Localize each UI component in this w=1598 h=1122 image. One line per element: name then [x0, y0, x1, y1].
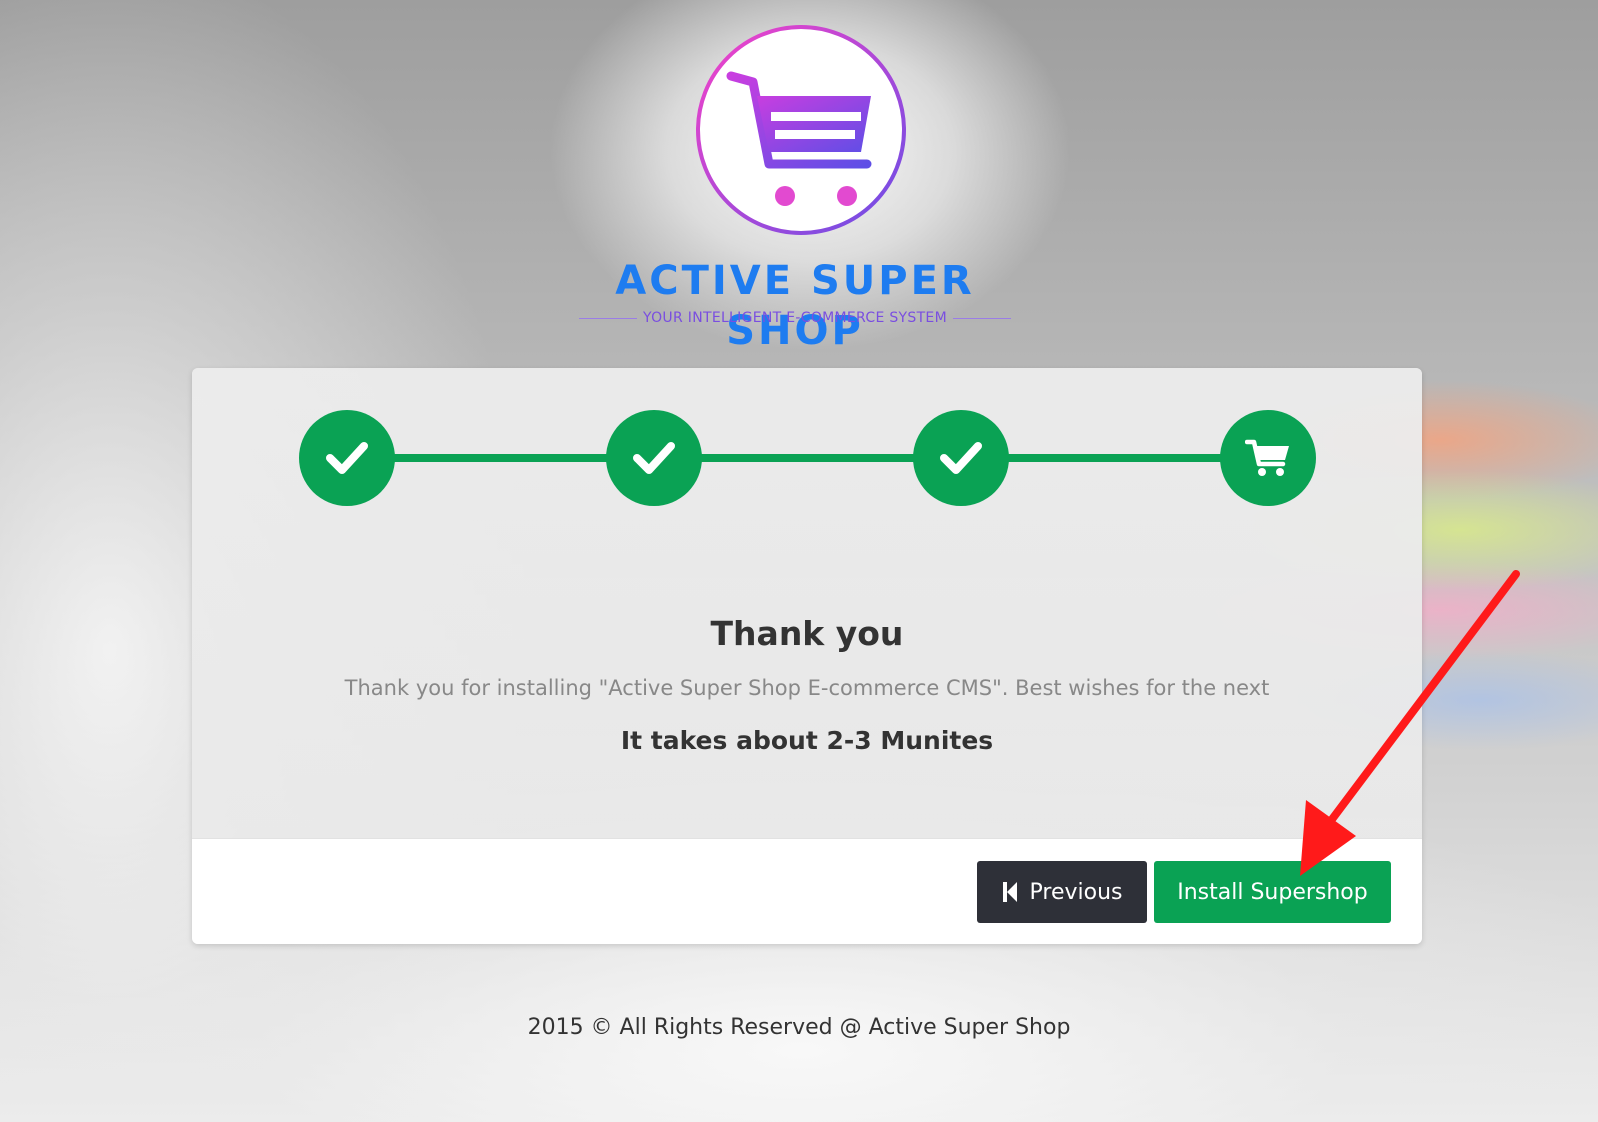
copyright-footer: 2015 © All Rights Reserved @ Active Supe…: [527, 1015, 1071, 1040]
shopping-cart-icon: [1245, 439, 1289, 476]
check-icon: [940, 442, 982, 474]
logo-cart-emblem: [696, 25, 906, 235]
brand-tagline-row: YOUR INTELLIGENT E-COMMERCE SYSTEM: [545, 307, 1045, 329]
install-time-note: It takes about 2-3 Munites: [620, 726, 994, 755]
install-supershop-button[interactable]: Install Supershop: [1154, 861, 1391, 923]
brand-tagline: YOUR INTELLIGENT E-COMMERCE SYSTEM: [643, 310, 947, 326]
tagline-divider-left: [579, 317, 638, 319]
step-4-current: [1220, 410, 1316, 506]
check-icon: [633, 442, 675, 474]
skip-back-icon: [1002, 881, 1018, 903]
thank-you-heading: Thank you: [710, 614, 904, 653]
step-1-complete: [299, 410, 395, 506]
wizard-steps: [299, 410, 1316, 506]
tagline-divider-right: [952, 317, 1011, 319]
previous-button[interactable]: Previous: [977, 861, 1147, 923]
previous-button-label: Previous: [1029, 879, 1123, 905]
wizard-body: Thank you Thank you for installing "Acti…: [192, 368, 1422, 838]
steps-progress-track: [347, 454, 1268, 462]
step-2-complete: [606, 410, 702, 506]
install-wizard-card: Thank you Thank you for installing "Acti…: [192, 368, 1422, 944]
brand-logo: ACTIVE SUPER SHOP YOUR INTELLIGENT E-COM…: [545, 24, 1045, 354]
step-3-complete: [913, 410, 1009, 506]
install-supershop-button-label: Install Supershop: [1177, 879, 1368, 905]
brand-title: ACTIVE SUPER SHOP: [615, 258, 975, 354]
check-icon: [326, 442, 368, 474]
wizard-actions: Previous Install Supershop: [192, 838, 1422, 944]
thank-you-message: Thank you for installing "Active Super S…: [344, 676, 1270, 700]
